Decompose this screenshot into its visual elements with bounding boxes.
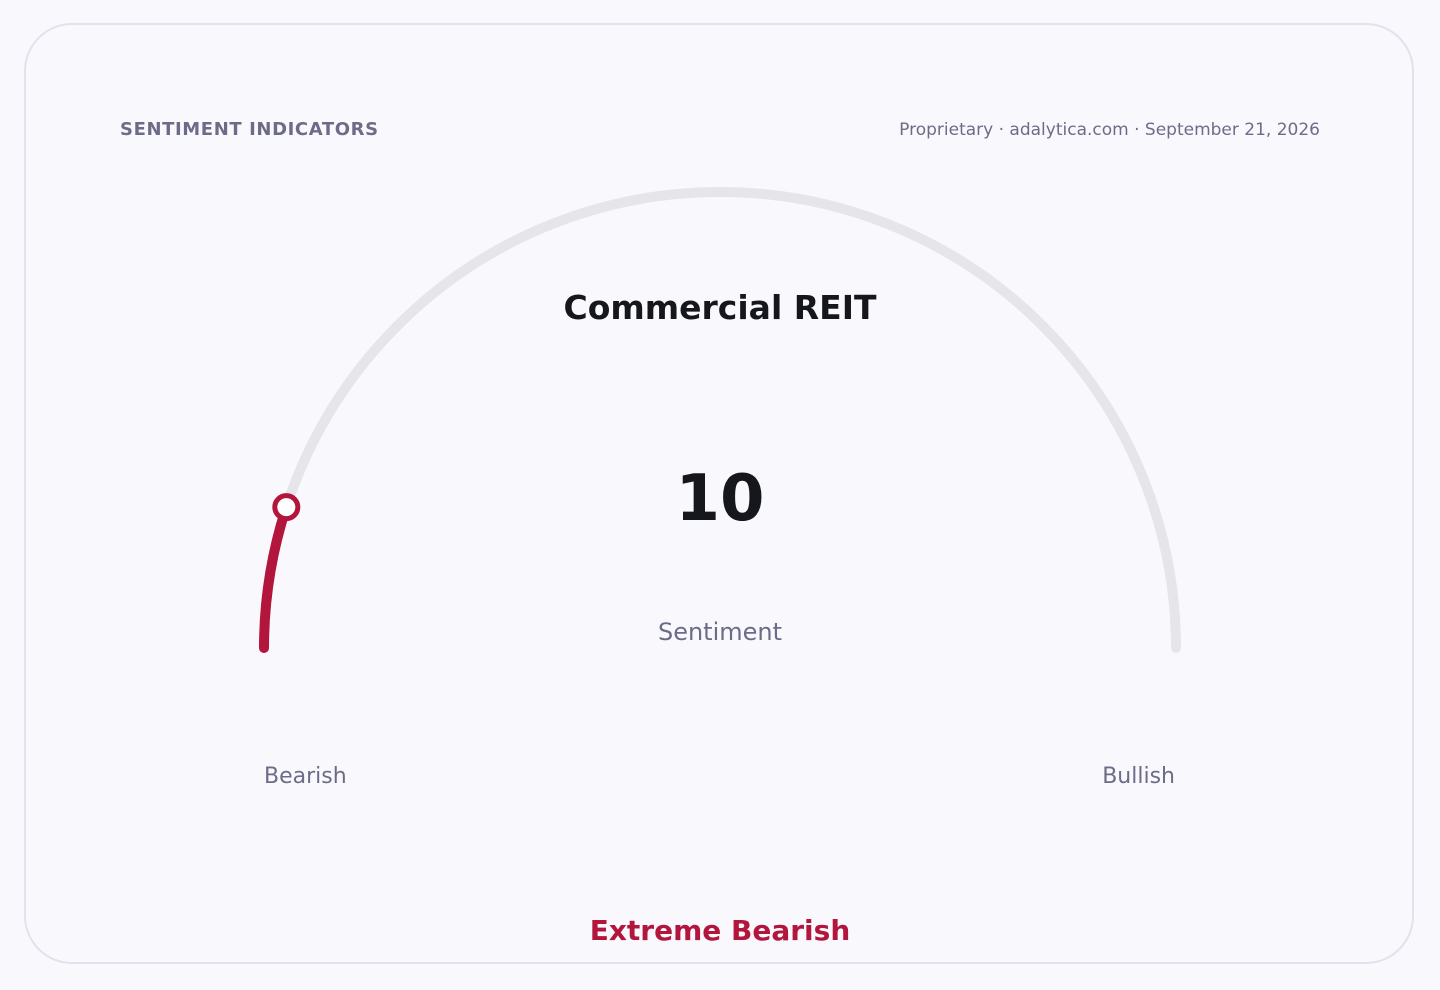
- gauge-min-label: Bearish: [264, 764, 347, 789]
- gauge-value: 10: [675, 462, 765, 536]
- gauge-caption: Sentiment: [657, 618, 783, 646]
- sentiment-status: Extreme Bearish: [589, 914, 851, 947]
- gauge-track: [259, 187, 1181, 653]
- gauge-title: Commercial REIT: [563, 288, 877, 327]
- gauge-max-label: Bullish: [1102, 764, 1175, 789]
